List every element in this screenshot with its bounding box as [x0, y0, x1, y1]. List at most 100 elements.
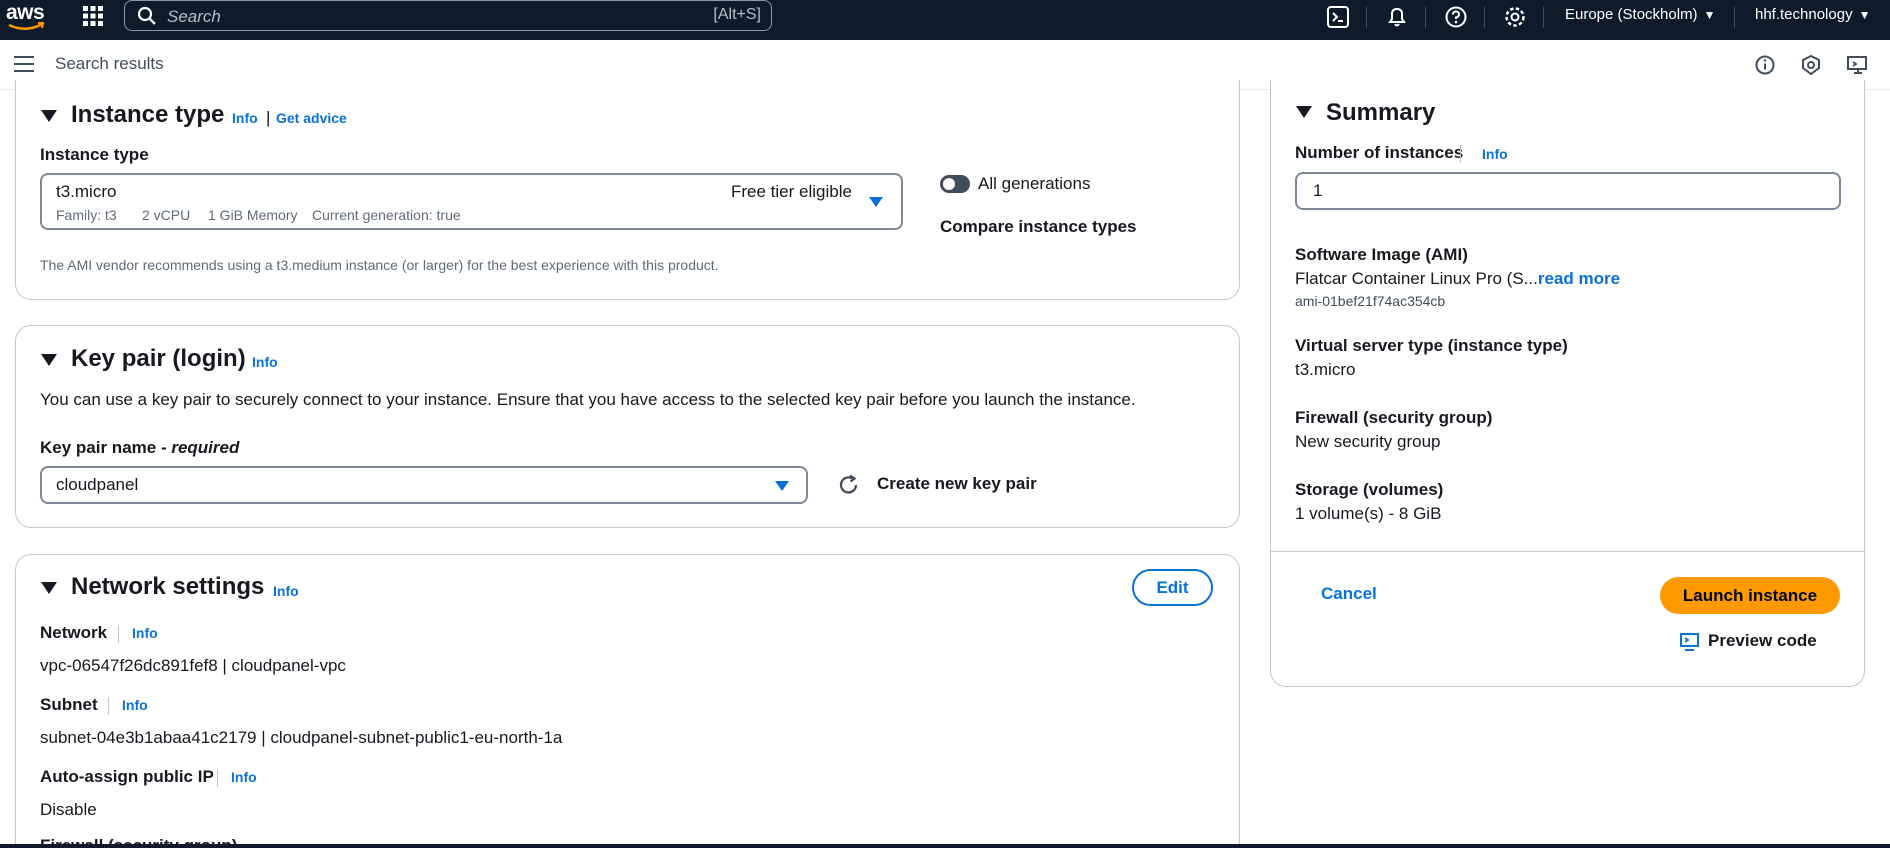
nav-divider — [1543, 6, 1544, 28]
key-pair-name-label-text: Key pair name - — [40, 438, 172, 457]
label-divider — [217, 769, 218, 787]
all-generations-toggle[interactable] — [940, 175, 970, 193]
auto-assign-ip-label: Auto-assign public IP — [40, 767, 214, 786]
instance-current-generation: Current generation: true — [312, 207, 461, 223]
summary-divider — [1271, 551, 1864, 552]
feedback-screen-icon[interactable] — [1846, 54, 1868, 76]
subnet-value: subnet-04e3b1abaa41c2179 | cloudpanel-su… — [40, 728, 563, 747]
cancel-button[interactable]: Cancel — [1321, 584, 1377, 604]
ami-recommendation-text: The AMI vendor recommends using a t3.med… — [40, 257, 719, 273]
summary-panel: Summary Number of instances Info 1 Softw… — [1270, 80, 1865, 687]
firewall-link[interactable]: Firewall (security group) — [1295, 408, 1492, 428]
label-divider — [1460, 145, 1461, 163]
search-shortcut: [Alt+S] — [713, 6, 761, 23]
storage-link[interactable]: Storage (volumes) — [1295, 480, 1443, 500]
ami-id: ami-01bef21f74ac354cb — [1295, 293, 1446, 309]
dropdown-caret-icon — [775, 481, 789, 491]
auto-assign-ip-value: Disable — [40, 800, 97, 819]
region-selector[interactable]: Europe (Stockholm) ▼ — [1565, 6, 1715, 23]
preview-code-icon[interactable] — [1679, 631, 1701, 653]
section-title: Key pair (login) — [71, 345, 246, 372]
global-search-input[interactable]: Search [Alt+S] — [124, 0, 772, 31]
info-link[interactable]: Info — [232, 110, 258, 126]
get-advice-link[interactable]: Get advice — [276, 110, 347, 126]
subnet-label: Subnet — [40, 695, 98, 714]
instance-type-select[interactable]: t3.micro Free tier eligible Family: t3 2… — [40, 173, 903, 230]
launch-instance-button[interactable]: Launch instance — [1660, 577, 1840, 614]
info-link[interactable]: Info — [252, 354, 278, 370]
info-link[interactable]: Info — [231, 769, 257, 785]
network-value: vpc-06547f26dc891fef8 | cloudpanel-vpc — [40, 656, 346, 675]
top-navigation: aws Search [Alt+S] Europe (Stockholm) ▼ … — [0, 0, 1890, 40]
selected-instance-type: t3.micro — [56, 182, 117, 201]
instance-type-label: Instance type — [40, 145, 149, 164]
selected-key-pair: cloudpanel — [56, 475, 139, 494]
link-separator: | — [266, 108, 271, 127]
info-link[interactable]: Info — [1482, 146, 1508, 162]
edit-button[interactable]: Edit — [1132, 569, 1213, 606]
all-generations-label: All generations — [978, 174, 1091, 193]
collapse-caret-icon[interactable] — [41, 582, 57, 594]
nav-divider — [1366, 6, 1367, 28]
nav-divider — [1425, 6, 1426, 28]
refresh-icon[interactable] — [836, 472, 862, 498]
aws-logo[interactable]: aws — [6, 1, 48, 33]
info-link[interactable]: Info — [132, 625, 158, 641]
network-settings-panel: Network settings Info Edit Network Info … — [15, 554, 1240, 848]
software-image-value: Flatcar Container Linux Pro (S...read mo… — [1295, 269, 1620, 289]
page-title: Search results — [55, 54, 164, 73]
summary-title: Summary — [1326, 99, 1436, 126]
key-pair-panel: Key pair (login) Info You can use a key … — [15, 325, 1240, 528]
dropdown-caret-icon — [869, 197, 883, 207]
key-pair-select[interactable]: cloudpanel — [40, 466, 808, 504]
hamburger-menu-icon[interactable] — [14, 56, 34, 72]
info-link[interactable]: Info — [273, 583, 299, 599]
key-pair-description: You can use a key pair to securely conne… — [40, 390, 1136, 409]
number-of-instances-input[interactable]: 1 — [1295, 172, 1841, 210]
info-link[interactable]: Info — [122, 697, 148, 713]
compare-instance-types-link[interactable]: Compare instance types — [940, 217, 1137, 237]
search-placeholder: Search — [167, 7, 221, 26]
section-title: Network settings — [71, 573, 265, 600]
number-of-instances-value: 1 — [1313, 181, 1323, 200]
cloudshell-icon[interactable] — [1325, 4, 1351, 30]
instance-vcpu: 2 vCPU — [142, 207, 191, 223]
settings-icon[interactable] — [1502, 4, 1528, 30]
instance-family: Family: t3 — [56, 207, 117, 223]
preview-code-link[interactable]: Preview code — [1708, 631, 1817, 651]
region-label: Europe (Stockholm) — [1565, 6, 1698, 23]
collapse-caret-icon[interactable] — [1296, 106, 1312, 118]
aws-smile-icon — [8, 22, 45, 30]
account-menu[interactable]: hhf.technology ▼ — [1755, 6, 1870, 23]
number-of-instances-label: Number of instances — [1295, 143, 1464, 162]
key-pair-name-label: Key pair name - required — [40, 438, 239, 458]
read-more-link[interactable]: read more — [1538, 269, 1620, 288]
virtual-server-type-value: t3.micro — [1295, 360, 1356, 379]
caret-down-icon: ▼ — [1858, 8, 1871, 22]
nav-divider — [1734, 6, 1735, 28]
network-label: Network — [40, 623, 108, 642]
label-divider — [118, 625, 119, 643]
instance-type-panel: Instance type Info | Get advice Instance… — [15, 80, 1240, 300]
free-tier-badge: Free tier eligible — [731, 182, 852, 201]
info-circle-icon[interactable] — [1754, 54, 1776, 76]
label-divider — [108, 697, 109, 715]
collapse-caret-icon[interactable] — [41, 110, 57, 122]
security-shield-icon[interactable] — [1800, 54, 1822, 76]
caret-down-icon: ▼ — [1703, 8, 1716, 22]
virtual-server-type-link[interactable]: Virtual server type (instance type) — [1295, 336, 1568, 356]
bell-icon[interactable] — [1384, 4, 1410, 30]
storage-value: 1 volume(s) - 8 GiB — [1295, 504, 1442, 523]
create-new-key-pair-link[interactable]: Create new key pair — [877, 474, 1037, 494]
software-image-link[interactable]: Software Image (AMI) — [1295, 245, 1468, 265]
search-icon — [137, 6, 156, 25]
instance-memory: 1 GiB Memory — [208, 207, 298, 223]
collapse-caret-icon[interactable] — [41, 354, 57, 366]
services-grid-icon[interactable] — [82, 5, 104, 27]
bottom-edge-bar — [0, 844, 1890, 848]
help-icon[interactable] — [1443, 4, 1469, 30]
account-label: hhf.technology — [1755, 6, 1853, 23]
nav-divider — [1484, 6, 1485, 28]
section-title: Instance type — [71, 101, 225, 128]
ami-name: Flatcar Container Linux Pro (S... — [1295, 269, 1538, 288]
